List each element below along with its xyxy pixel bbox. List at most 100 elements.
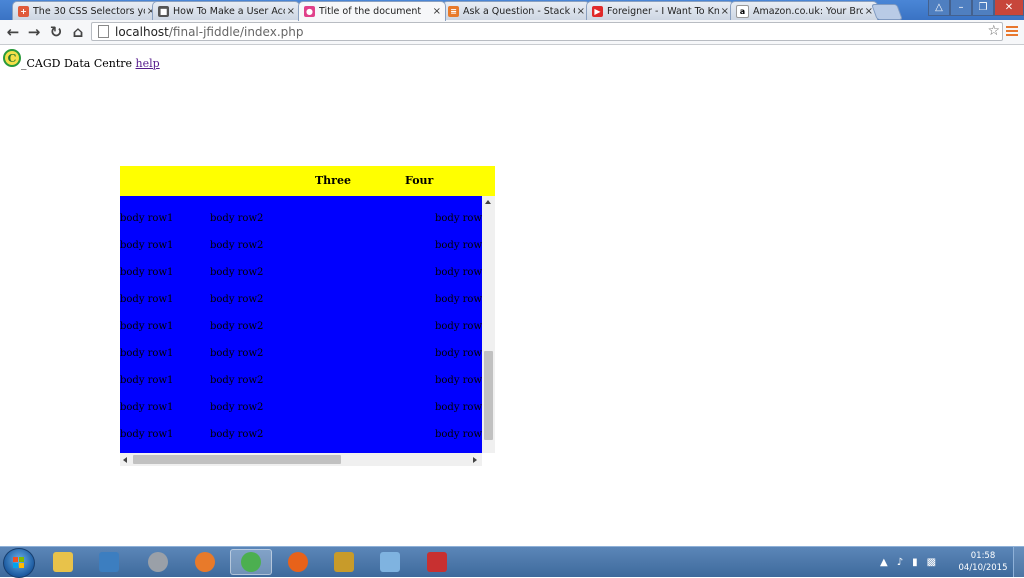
taskbar-button[interactable] [137,549,179,575]
clock-date: 04/10/2015 [958,563,1008,573]
tab-close-icon[interactable]: × [577,6,585,17]
media-player-icon [99,552,119,572]
table-cell: body row2 [210,321,264,332]
horizontal-scroll-thumb[interactable] [133,455,341,464]
tab-close-icon[interactable]: × [433,6,441,17]
table-header: Three Four [120,166,495,196]
table-cell: body row [435,294,482,305]
table-row: body row1 body row2 body row [120,196,482,213]
chrome-menu-button[interactable] [1006,24,1018,38]
browser-tab[interactable]: ● Title of the document × [298,1,446,21]
minimize-button[interactable]: – [950,0,972,16]
clock[interactable]: 01:58 04/10/2015 [958,550,1008,574]
table-cell: body row1 [120,402,174,413]
clock-time: 01:58 [970,551,996,561]
browser-tab[interactable]: ≡ Ask a Question - Stack Ov × [442,1,590,20]
table-cell: body row2 [210,348,264,359]
power-icon[interactable]: ▮ [912,557,918,568]
back-button[interactable]: ← [3,22,23,42]
help-link[interactable]: help [136,57,160,70]
table-cell: body row [435,267,482,278]
table-cell: body row2 [210,213,264,224]
home-button[interactable]: ⌂ [68,22,88,42]
network-icon[interactable]: ▩ [927,557,936,568]
tab-strip: + The 30 CSS Selectors you × ■ How To Make a… [0,0,1024,21]
scroll-left-arrow-icon[interactable] [123,457,127,463]
tab-close-icon[interactable]: × [287,6,295,17]
firefox-icon [288,552,308,572]
browser-tab[interactable]: ■ How To Make a User Acc × [152,1,300,20]
forward-button[interactable]: → [24,22,44,42]
taskbar-button[interactable] [323,549,365,575]
table-cell: body row [435,429,482,440]
table-cell: body row1 [120,196,173,197]
scroll-right-arrow-icon[interactable] [473,457,477,463]
table-cell: body row [435,321,482,332]
table-cell: body row [435,375,482,386]
tutsplus-icon: + [18,5,29,17]
table-row: body row1 body row2 body row [120,321,482,348]
table-row: body row1 body row2 body row [120,375,482,402]
table-body: body row1 body row2 body row body row1 body … [120,196,495,466]
table-cell: body row1 [120,429,174,440]
table-cell: body row2 [210,429,264,440]
brand-text: _CAGD Data Centre [21,57,133,70]
notepad-icon [380,552,400,572]
close-window-button[interactable]: ✕ [994,0,1024,16]
table-cell: body row1 [120,321,174,332]
volume-icon[interactable]: ♪ [897,557,903,568]
user-icon[interactable]: △ [928,0,950,16]
table-body-scroll-area[interactable]: body row1 body row2 body row body row1 body … [120,196,482,453]
url-text: localhost/final-jfiddle/index.php [115,24,304,39]
tab-title: Title of the document [319,6,422,17]
tab-title: How To Make a User Acc [173,5,285,17]
table-cell: body row2 [210,402,264,413]
tab-close-icon[interactable]: × [721,6,729,17]
table-cell: body row [435,402,482,413]
browser-toolbar: ← → ↻ ⌂ localhost/final-jfiddle/index.ph… [0,20,1024,45]
tab-title: The 30 CSS Selectors you [33,5,145,17]
horizontal-scrollbar[interactable] [120,453,482,466]
table-cell: body row1 [120,213,174,224]
pink-circle-icon: ● [304,6,315,17]
table-row: body row1 body row2 body row [120,294,482,321]
table-row: body row1 body row2 body row [120,240,482,267]
start-button[interactable] [3,548,35,578]
table-row: body row1 body row2 body row [120,348,482,375]
show-hidden-icons-icon[interactable]: ▲ [880,557,888,568]
stackoverflow-icon: ≡ [448,5,459,17]
table-cell: body row1 [120,294,174,305]
data-table: Three Four body row1 body row2 body row bod… [120,166,495,466]
page-icon [98,25,109,38]
windows-flag-icon [13,557,25,569]
table-row: body row1 body row2 body row [120,267,482,294]
chrome-icon [241,552,261,572]
table-cell: body row1 [120,240,174,251]
browser-tab[interactable]: ▶ Foreigner - I Want To Kno × [586,1,734,20]
taskbar-button[interactable] [184,549,226,575]
explorer-icon [53,552,73,572]
photo-icon [427,552,447,572]
taskbar-button[interactable] [88,549,130,575]
cagd-logo-icon: C [3,49,21,67]
taskbar-button[interactable] [416,549,458,575]
table-cell: body row1 [120,267,174,278]
reload-button[interactable]: ↻ [46,22,66,42]
taskbar-button[interactable] [277,549,319,575]
vertical-scroll-thumb[interactable] [484,351,493,440]
bookmark-star-icon[interactable]: ☆ [987,23,1000,39]
table-row: body row1 body row2 body row [120,402,482,429]
browser-tab[interactable]: + The 30 CSS Selectors you × [12,1,160,20]
address-bar[interactable]: localhost/final-jfiddle/index.php ☆ [91,22,1003,41]
maximize-button[interactable]: ❐ [972,0,994,16]
taskbar-button[interactable] [42,549,84,575]
scroll-up-arrow-icon[interactable] [485,200,491,204]
taskbar-button[interactable] [369,549,411,575]
taskbar-button[interactable] [230,549,272,575]
new-tab-button[interactable] [871,4,903,20]
vertical-scrollbar[interactable] [482,196,495,453]
table-row: body row1 body row2 body row [120,429,482,453]
browser-tab[interactable]: a Amazon.co.uk: Your Brow × [730,1,878,20]
column-header-three: Three [315,174,351,187]
show-desktop-button[interactable] [1013,547,1024,577]
